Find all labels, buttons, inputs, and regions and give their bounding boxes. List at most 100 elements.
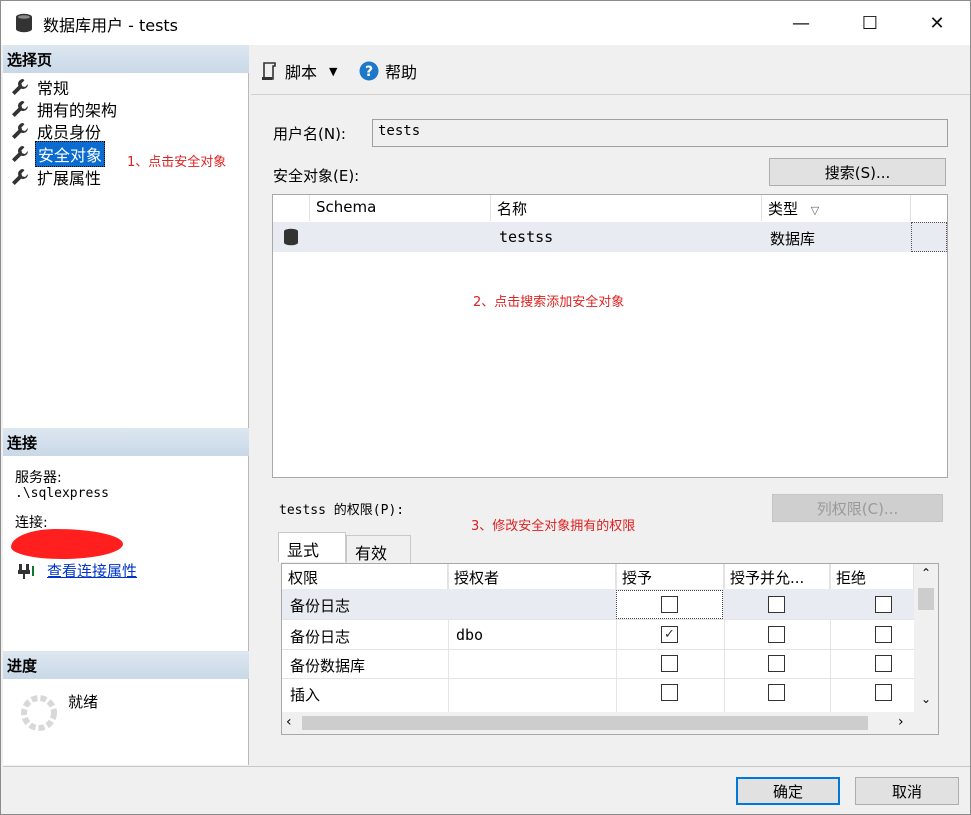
database-icon [284,228,298,246]
view-connection-properties[interactable]: 查看连接属性 [17,560,137,581]
username-field[interactable]: tests [372,119,948,147]
table-row[interactable]: 备份日志 dbo ✓ [282,620,914,650]
table-row[interactable]: 插入 [282,678,914,708]
scroll-left-icon[interactable]: ‹ [286,714,292,730]
window-title: 数据库用户 - tests [43,16,179,35]
cell-permission: 备份数据库 [290,657,366,675]
column-header-grant[interactable]: 授予 [616,564,724,590]
view-connection-link[interactable]: 查看连接属性 [47,560,137,581]
securables-label: 安全对象(E): [273,167,360,185]
database-icon [16,13,32,33]
nav-item-label: 常规 [37,79,70,98]
cell-name: testss [499,228,554,246]
column-header-schema[interactable]: Schema [310,195,491,221]
nav-item-label: 拥有的架构 [37,101,118,120]
with-grant-checkbox[interactable] [768,626,785,643]
deny-checkbox[interactable] [875,626,892,643]
check-icon: ✓ [664,627,675,642]
nav-item-label: 成员身份 [37,123,102,142]
tab-effective[interactable]: 有效 [346,535,411,563]
search-button[interactable]: 搜索(S)... [769,158,946,186]
cancel-button[interactable]: 取消 [855,777,959,805]
minimize-icon: — [792,12,810,34]
scrollbar-thumb[interactable] [918,588,934,610]
wrench-icon [12,123,28,139]
table-row[interactable]: 备份日志 [282,589,914,619]
username-label: 用户名(N): [273,125,346,143]
column-header-name[interactable]: 名称 [491,195,762,221]
maximize-button[interactable]: ☐ [847,1,893,45]
grant-checkbox[interactable] [661,596,678,613]
maximize-icon: ☐ [861,12,879,34]
help-label: 帮助 [385,63,418,82]
toolbar: 脚本 ▼ ? 帮助 [251,45,970,95]
progress-status: 就绪 [68,693,99,711]
grant-checkbox[interactable] [661,655,678,672]
server-label: 服务器: [15,470,62,486]
script-button[interactable]: 脚本 ▼ [261,59,337,83]
cell-grantor [448,589,616,619]
help-icon: ? [359,61,379,81]
tab-explicit[interactable]: 显式 [278,532,346,562]
horizontal-scrollbar[interactable]: ‹ › [282,712,938,734]
scrollbar-thumb[interactable] [302,716,868,730]
server-value: .\sqlexpress [15,486,109,501]
annotation-step-3: 3、修改安全对象拥有的权限 [471,519,636,534]
select-page-header: 选择页 [3,45,249,73]
redacted-mark [11,529,123,559]
filter-icon[interactable]: ▽ [811,204,819,217]
footer-bar: 确定 取消 [3,766,970,814]
nav-item-label: 扩展属性 [37,169,102,188]
column-header-type[interactable]: 类型 ▽ [762,195,911,221]
column-header-deny[interactable]: 拒绝 [830,564,914,590]
scroll-right-icon[interactable]: › [898,714,904,730]
column-header-grantor[interactable]: 授权者 [448,564,616,590]
ok-button[interactable]: 确定 [736,777,840,805]
title-bar: 数据库用户 - tests — ☐ ✕ [1,1,970,45]
scroll-up-icon[interactable]: ⌃ [914,566,938,584]
cell-permission: 备份日志 [290,628,351,646]
table-row[interactable]: 备份数据库 [282,649,914,679]
svg-text:?: ? [365,64,373,80]
permissions-label-text: testss 的权限(P): [279,503,405,518]
dialog-window: 数据库用户 - tests — ☐ ✕ 选择页 常规 拥有的架构 成员身份 安全… [0,0,971,815]
nav-item-membership[interactable]: 成员身份 [11,120,103,142]
help-button[interactable]: ? 帮助 [359,59,417,83]
grant-checkbox[interactable] [661,684,678,701]
table-row[interactable]: testss 数据库 [273,222,947,252]
deny-checkbox[interactable] [875,596,892,613]
column-header-permission[interactable]: 权限 [282,564,448,590]
close-button[interactable]: ✕ [914,1,960,45]
with-grant-checkbox[interactable] [768,684,785,701]
wrench-icon [12,169,28,185]
column-header-with-grant[interactable]: 授予并允... [724,564,830,590]
grant-checkbox[interactable]: ✓ [661,626,678,643]
dropdown-arrow-icon[interactable]: ▼ [329,65,337,78]
minimize-button[interactable]: — [778,1,824,45]
wrench-icon [12,101,28,117]
scroll-down-icon[interactable]: ⌄ [914,692,938,710]
annotation-step-2: 2、点击搜索添加安全对象 [473,295,625,310]
connection-icon [18,563,34,579]
column-permissions-button[interactable]: 列权限(C)... [772,494,943,522]
vertical-scrollbar[interactable]: ⌃ ⌄ [914,564,938,712]
nav-item-label: 安全对象 [35,141,106,167]
progress-header: 进度 [3,651,249,679]
permissions-label: testss 的权限(P): [279,499,404,518]
with-grant-checkbox[interactable] [768,655,785,672]
cell-type: 数据库 [770,230,816,248]
nav-item-general[interactable]: 常规 [11,76,71,98]
deny-checkbox[interactable] [875,655,892,672]
deny-checkbox[interactable] [875,684,892,701]
nav-item-extended-properties[interactable]: 扩展属性 [11,166,103,188]
wrench-icon [12,146,28,162]
row-focus-cell[interactable] [911,222,947,252]
cell-permission: 备份日志 [290,597,351,615]
main-content: 用户名(N): tests 安全对象(E): 搜索(S)... Schema 名… [251,97,970,765]
close-icon: ✕ [929,12,945,34]
with-grant-checkbox[interactable] [768,596,785,613]
script-label: 脚本 [285,63,318,82]
nav-item-owned-schemas[interactable]: 拥有的架构 [11,98,119,120]
nav-item-securables[interactable]: 安全对象 [11,141,106,167]
securables-grid: Schema 名称 类型 ▽ testss 数据库 2、点击搜索添加安全对象 [272,194,948,478]
